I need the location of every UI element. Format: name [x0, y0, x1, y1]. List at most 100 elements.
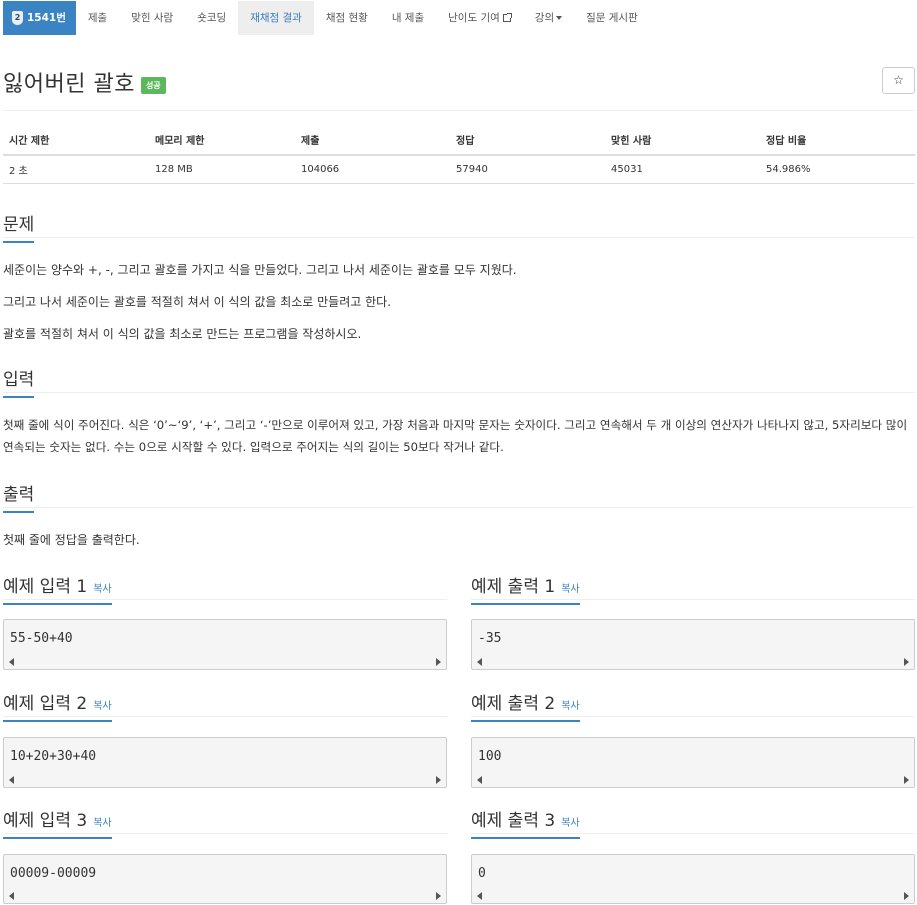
- horizontal-scrollbar[interactable]: [472, 773, 914, 787]
- tab-difficulty[interactable]: 난이도 기여: [436, 1, 523, 35]
- sample-output-2-header: 예제 출력 2 복사: [471, 689, 915, 722]
- section-rule: [471, 833, 915, 834]
- description-paragraph: 세준이는 양수와 +, -, 그리고 괄호를 가지고 식을 만들었다. 그리고 …: [3, 263, 517, 277]
- sample-output-3-heading: 예제 출력 3 복사: [471, 806, 580, 839]
- tab-problem-label: 1541번: [27, 12, 66, 24]
- title-divider: [3, 110, 915, 111]
- sample-input-1-title: 예제 입력 1: [3, 577, 88, 597]
- sample-input-1-text: 55-50+40: [10, 631, 73, 646]
- copy-button[interactable]: 복사: [93, 818, 111, 829]
- header-accepted: 정답: [450, 125, 605, 156]
- sample-output-3-title: 예제 출력 3: [471, 811, 556, 831]
- cell-accepted: 57940: [450, 155, 605, 184]
- scroll-right-icon[interactable]: [904, 892, 909, 900]
- tab-lectures-label: 강의: [534, 12, 555, 24]
- sample-output-1-box[interactable]: -35: [471, 619, 915, 670]
- section-description-title: 문제: [3, 210, 35, 243]
- input-description: 첫째 줄에 식이 주어진다. 식은 ‘0’~‘9’, ‘+’, 그리고 ‘-’만…: [3, 418, 908, 454]
- copy-button[interactable]: 복사: [93, 701, 111, 712]
- section-rule: [471, 599, 915, 600]
- tier-badge-icon: 2: [12, 11, 23, 25]
- sample-output-2-text: 100: [478, 749, 502, 764]
- tab-difficulty-label: 난이도 기여: [448, 12, 500, 24]
- section-output-title: 출력: [3, 480, 35, 513]
- star-button[interactable]: ☆: [882, 67, 915, 94]
- sample-input-3-box[interactable]: 00009-00009: [3, 854, 447, 904]
- copy-button[interactable]: 복사: [561, 584, 579, 595]
- cell-accept-ratio: 54.986%: [760, 155, 915, 184]
- sample-input-1-box[interactable]: 55-50+40: [3, 619, 447, 670]
- sample-output-1-text: -35: [478, 631, 502, 646]
- sample-input-3-header: 예제 입력 3 복사: [3, 806, 447, 839]
- horizontal-scrollbar[interactable]: [4, 773, 446, 787]
- tab-judge-status[interactable]: 채점 현황: [314, 1, 380, 35]
- tab-solved-users[interactable]: 맞힌 사람: [119, 1, 185, 35]
- copy-button[interactable]: 복사: [561, 701, 579, 712]
- sample-input-2-box[interactable]: 10+20+30+40: [3, 737, 447, 788]
- tab-submit[interactable]: 제출: [76, 1, 119, 35]
- title-row: 잃어버린 괄호 성공: [3, 66, 166, 98]
- table-header-row: 시간 제한 메모리 제한 제출 정답 맞힌 사람 정답 비율: [3, 125, 915, 156]
- header-time-limit: 시간 제한: [3, 125, 149, 156]
- sample-input-2-heading: 예제 입력 2 복사: [3, 689, 112, 722]
- tab-problem[interactable]: 2 1541번: [3, 1, 76, 35]
- tab-shortest[interactable]: 숏코딩: [185, 1, 238, 35]
- scroll-right-icon[interactable]: [904, 776, 909, 784]
- section-rule: [3, 599, 447, 600]
- sample-output-2-box[interactable]: 100: [471, 737, 915, 788]
- problem-nav-tabs: 2 1541번 제출 맞힌 사람 숏코딩 재채점 결과 채점 현황 내 제출 난…: [3, 1, 650, 35]
- tab-lectures[interactable]: 강의: [523, 1, 574, 35]
- scroll-right-icon[interactable]: [904, 658, 909, 666]
- cell-submissions: 104066: [295, 155, 450, 184]
- header-solved-users: 맞힌 사람: [605, 125, 760, 156]
- copy-button[interactable]: 복사: [93, 584, 111, 595]
- cell-memory-limit: 128 MB: [149, 155, 295, 184]
- sample-output-1-title: 예제 출력 1: [471, 577, 556, 597]
- sample-input-2-header: 예제 입력 2 복사: [3, 689, 447, 722]
- sample-input-3-title: 예제 입력 3: [3, 811, 88, 831]
- sample-input-3-text: 00009-00009: [10, 866, 97, 881]
- scroll-left-icon[interactable]: [9, 658, 14, 666]
- sample-output-2-heading: 예제 출력 2 복사: [471, 689, 580, 722]
- horizontal-scrollbar[interactable]: [472, 655, 914, 669]
- output-description: 첫째 줄에 정답을 출력한다.: [3, 533, 140, 547]
- external-link-icon: [502, 13, 512, 22]
- sample-input-2-title: 예제 입력 2: [3, 694, 88, 714]
- section-rule: [3, 237, 915, 238]
- scroll-right-icon[interactable]: [436, 776, 441, 784]
- scroll-left-icon[interactable]: [9, 776, 14, 784]
- section-rule: [3, 833, 447, 834]
- caret-down-icon: [556, 16, 563, 20]
- section-description-header: 문제: [3, 210, 915, 243]
- cell-time-limit: 2 초: [3, 155, 149, 184]
- header-accept-ratio: 정답 비율: [760, 125, 915, 156]
- horizontal-scrollbar[interactable]: [472, 889, 914, 903]
- scroll-left-icon[interactable]: [477, 892, 482, 900]
- scroll-right-icon[interactable]: [436, 658, 441, 666]
- problem-info-table: 시간 제한 메모리 제한 제출 정답 맞힌 사람 정답 비율 2 초 128 M…: [3, 125, 915, 184]
- tab-rejudge[interactable]: 재채점 결과: [238, 1, 314, 35]
- scroll-right-icon[interactable]: [436, 892, 441, 900]
- status-badge: 성공: [140, 76, 166, 94]
- sample-output-3-text: 0: [478, 866, 486, 881]
- sample-input-3-heading: 예제 입력 3 복사: [3, 806, 112, 839]
- scroll-left-icon[interactable]: [9, 892, 14, 900]
- section-rule: [3, 507, 915, 508]
- sample-output-3-header: 예제 출력 3 복사: [471, 806, 915, 839]
- tab-my-submissions[interactable]: 내 제출: [380, 1, 436, 35]
- page-title: 잃어버린 괄호: [3, 72, 135, 97]
- header-memory-limit: 메모리 제한: [149, 125, 295, 156]
- sample-output-2-title: 예제 출력 2: [471, 694, 556, 714]
- tab-qna[interactable]: 질문 게시판: [574, 1, 650, 35]
- section-rule: [3, 392, 915, 393]
- copy-button[interactable]: 복사: [561, 818, 579, 829]
- scroll-left-icon[interactable]: [477, 658, 482, 666]
- table-row: 2 초 128 MB 104066 57940 45031 54.986%: [3, 155, 915, 184]
- horizontal-scrollbar[interactable]: [4, 655, 446, 669]
- sample-output-3-box[interactable]: 0: [471, 854, 915, 904]
- scroll-left-icon[interactable]: [477, 776, 482, 784]
- section-input-title: 입력: [3, 365, 35, 398]
- horizontal-scrollbar[interactable]: [4, 889, 446, 903]
- section-rule: [3, 716, 447, 717]
- sample-input-1-header: 예제 입력 1 복사: [3, 572, 447, 605]
